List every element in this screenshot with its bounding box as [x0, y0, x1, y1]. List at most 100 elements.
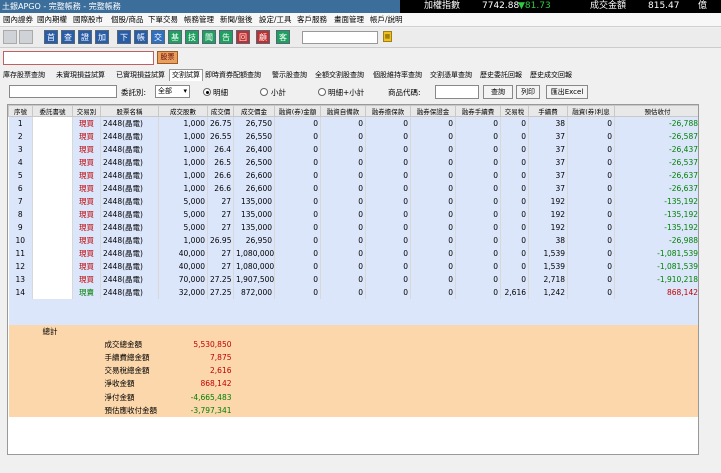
cell-tax: 0 — [500, 272, 529, 286]
col-no[interactable]: 序號 — [8, 105, 33, 117]
tab-inventory[interactable]: 庫存股票查詢 — [3, 70, 45, 80]
tab-alert-stock[interactable]: 警示股查詢 — [272, 70, 307, 80]
tab-deal-history[interactable]: 歷史成交回報 — [530, 70, 572, 80]
col-amount[interactable]: 成交價金 — [233, 105, 275, 117]
tab-realized[interactable]: 已實現損益試算 — [116, 70, 165, 80]
col-margin-amount[interactable]: 融資(券)金額 — [274, 105, 321, 117]
radio-detail-subtotal[interactable] — [318, 88, 326, 96]
toolbar-combo[interactable] — [302, 31, 378, 44]
col-short-deposit[interactable]: 融券保證金 — [410, 105, 456, 117]
table-row[interactable]: 4 現買 2448(晶電) 1,000 26.5 26,500 0 0 0 0 0 0 37 0 -26,5… — [8, 155, 698, 169]
back-icon[interactable] — [3, 30, 17, 44]
table-row[interactable]: 5 現買 2448(晶電) 1,000 26.6 26,600 0 0 0 0 0 0 37 0 -26,6… — [8, 168, 698, 182]
tab-unrealized[interactable]: 未實現損益試算 — [56, 70, 105, 80]
col-order-no[interactable]: 委託書號 — [32, 105, 73, 117]
cell-m5: 0 — [455, 233, 501, 247]
table-row[interactable]: 11 現買 2448(晶電) 40,000 27 1,080,000 0 0 0 0 0 0 1,539… — [8, 246, 698, 260]
product-code-label: 商品代碼: — [388, 88, 421, 97]
app-title: 土銀APGO - 完整帳務 - 完整帳務 — [2, 2, 121, 11]
cell-m1: 0 — [274, 142, 321, 156]
news-icon[interactable]: 聞 — [202, 30, 216, 44]
col-price[interactable]: 成交價 — [207, 105, 234, 117]
menu-account-mgmt[interactable]: 帳務管理 — [184, 13, 214, 27]
securities-icon[interactable]: 證 — [78, 30, 92, 44]
cell-m2: 0 — [320, 181, 366, 195]
col-fee[interactable]: 手續費 — [528, 105, 568, 117]
notice-icon[interactable]: 告 — [219, 30, 233, 44]
cell-int: 0 — [567, 285, 615, 299]
trade-type-select[interactable]: 全部 — [155, 85, 190, 98]
cell-order-no — [32, 285, 73, 299]
cell-order-no — [32, 246, 73, 260]
menu-domestic-futures[interactable]: 國內期權 — [37, 13, 67, 27]
col-short-collateral[interactable]: 融券擔保款 — [365, 105, 411, 117]
menu-order[interactable]: 下單交易 — [148, 13, 178, 27]
radio-subtotal[interactable] — [260, 88, 268, 96]
col-qty[interactable]: 成交股數 — [158, 105, 208, 117]
lock-icon[interactable]: ■ — [383, 31, 392, 42]
query-icon[interactable]: 查 — [61, 30, 75, 44]
advisor-icon[interactable]: 顧 — [256, 30, 270, 44]
chart-icon[interactable]: 基 — [168, 30, 182, 44]
cell-tax: 0 — [500, 194, 529, 208]
col-interest[interactable]: 融資(券)利息 — [567, 105, 615, 117]
col-margin-self[interactable]: 融資自備款 — [320, 105, 366, 117]
menu-stock-product[interactable]: 個股/商品 — [111, 13, 144, 27]
cell-amount: 872,000 — [233, 285, 275, 299]
summary-value: -4,665,483 — [158, 390, 234, 404]
tab-settlement-slip[interactable]: 交割憑單查詢 — [430, 70, 472, 80]
export-excel-button[interactable]: 匯出Excel — [546, 85, 588, 99]
order-icon[interactable]: 下 — [117, 30, 131, 44]
product-code-input[interactable] — [435, 85, 479, 99]
col-trade-type[interactable]: 交易別 — [72, 105, 101, 117]
cell-trade-type: 現買 — [72, 116, 101, 130]
col-stock-name[interactable]: 股票名稱 — [100, 105, 159, 117]
table-row[interactable]: 12 現買 2448(晶電) 40,000 27 1,080,000 0 0 0 0 0 0 1,539… — [8, 259, 698, 273]
menu-account-help[interactable]: 帳戶/說明 — [370, 13, 403, 27]
menu-news[interactable]: 新聞/盤後 — [220, 13, 253, 27]
table-row[interactable]: 10 現買 2448(晶電) 1,000 26.95 26,950 0 0 0 0 0 0 38 0 -26… — [8, 233, 698, 247]
print-button[interactable]: 列印 — [516, 85, 540, 99]
tab-order-history[interactable]: 歷史委託回報 — [480, 70, 522, 80]
tab-margin-quota[interactable]: 即時資券配額查詢 — [205, 70, 261, 80]
table-row[interactable]: 3 現買 2448(晶電) 1,000 26.4 26,400 0 0 0 0 0 0 37 0 -26,4… — [8, 142, 698, 156]
account-input[interactable] — [9, 85, 117, 98]
stock-search-input[interactable] — [3, 51, 154, 65]
table-row[interactable]: 13 現買 2448(晶電) 70,000 27.25 1,907,500 0 0 0 0 0 0 2,… — [8, 272, 698, 286]
cell-order-no — [32, 181, 73, 195]
customer-icon[interactable]: 客 — [276, 30, 290, 44]
home-icon[interactable]: 首 — [44, 30, 58, 44]
cell-tax: 0 — [500, 207, 529, 221]
stock-button[interactable]: 股票 — [157, 51, 178, 64]
trade-icon[interactable]: 交 — [151, 30, 165, 44]
menu-international[interactable]: 國際股市 — [73, 13, 103, 27]
add-icon[interactable]: 加 — [95, 30, 109, 44]
tab-settlement[interactable]: 交割試算 — [169, 69, 203, 81]
table-row[interactable]: 9 現買 2448(晶電) 5,000 27 135,000 0 0 0 0 0 0 192 0 -135,… — [8, 220, 698, 234]
menu-settings[interactable]: 設定/工具 — [259, 13, 292, 27]
query-button[interactable]: 查詢 — [483, 85, 513, 99]
summary-label: 交易稅總金額 — [100, 364, 159, 378]
menu-customer-service[interactable]: 客戶服務 — [297, 13, 327, 27]
col-net[interactable]: 預估收付 — [614, 105, 698, 117]
table-row[interactable]: 8 現買 2448(晶電) 5,000 27 135,000 0 0 0 0 0 0 192 0 -135,… — [8, 207, 698, 221]
cell-trade-type: 現賣 — [72, 285, 101, 299]
tab-maintenance[interactable]: 個股維持率查詢 — [373, 70, 422, 80]
report-icon[interactable]: 回 — [236, 30, 250, 44]
table-row[interactable]: 14 現賣 2448(晶電) 32,000 27.25 872,000 0 0 0 0 0 2,616… — [8, 285, 698, 299]
radio-detail[interactable] — [203, 88, 211, 96]
table-row[interactable]: 2 現買 2448(晶電) 1,000 26.55 26,550 0 0 0 0 0 0 37 0 -26,… — [8, 129, 698, 143]
table-row[interactable]: 7 現買 2448(晶電) 5,000 27 135,000 0 0 0 0 0 0 192 0 -135,… — [8, 194, 698, 208]
col-short-fee[interactable]: 融券手續費 — [455, 105, 501, 117]
technical-icon[interactable]: 技 — [185, 30, 199, 44]
col-tax[interactable]: 交易稅 — [500, 105, 529, 117]
table-row[interactable]: 6 現買 2448(晶電) 1,000 26.6 26,600 0 0 0 0 0 0 37 0 -26,6… — [8, 181, 698, 195]
menu-domestic-securities[interactable]: 國內證券 — [3, 13, 33, 27]
cell-m1: 0 — [274, 233, 321, 247]
tab-full-delivery[interactable]: 全額交割股查詢 — [315, 70, 364, 80]
cell-stock-name: 2448(晶電) — [100, 285, 159, 299]
account-icon[interactable]: 帳 — [134, 30, 148, 44]
forward-icon[interactable] — [19, 30, 33, 44]
table-row[interactable]: 1 現買 2448(晶電) 1,000 26.75 26,750 0 0 0 0 0 0 38 0 -26,… — [8, 116, 698, 130]
menu-screen-mgmt[interactable]: 畫面管理 — [334, 13, 364, 27]
